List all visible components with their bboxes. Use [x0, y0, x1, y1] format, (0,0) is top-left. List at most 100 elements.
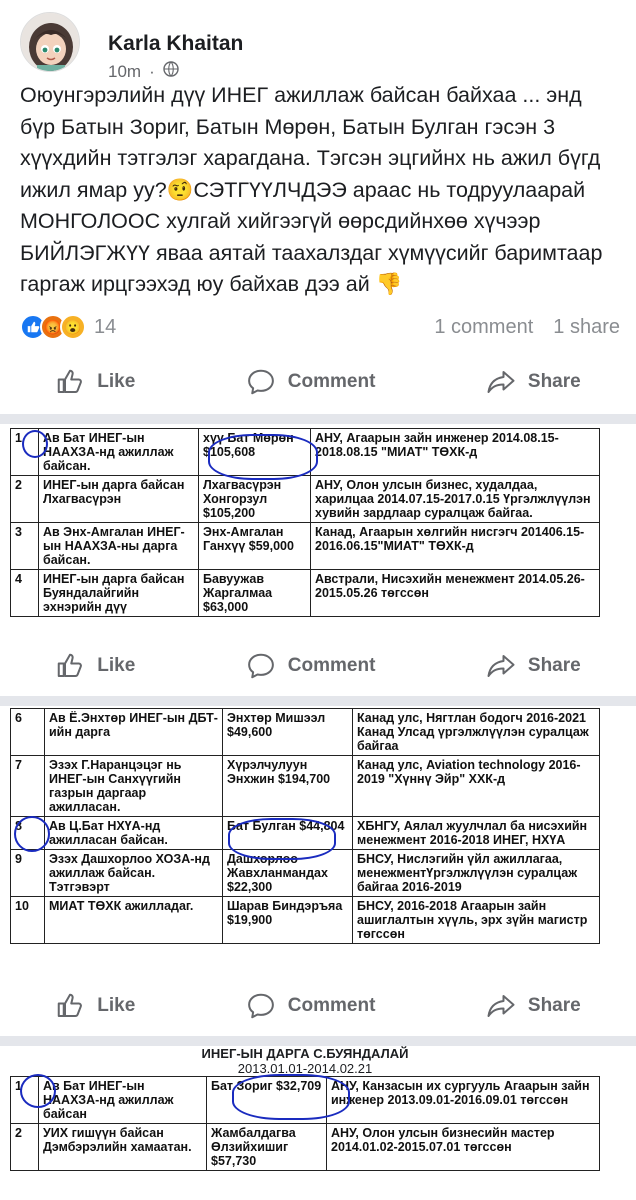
- table-cell-c: Канад улс, Нягтлан бодогч 2016-2021 Кана…: [352, 708, 600, 756]
- like-button[interactable]: Like: [45, 363, 145, 401]
- table-cell-c: ХБНГУ, Аялал жуулчлал ба нисэхийн менежм…: [352, 816, 600, 850]
- table-cell-c: БНСУ, 2016-2018 Агаарын зайн ашиглалтын …: [352, 896, 600, 944]
- reaction-icons[interactable]: 😡 😮: [20, 314, 86, 340]
- like-label: Like: [97, 371, 136, 392]
- table-row: 10 МИАТ ТӨХК ажилладаг. Шарав Биндэръяа $1…: [10, 896, 600, 944]
- document-image-3[interactable]: ИНЕГ-ЫН ДАРГА С.БУЯНДАЛАЙ 2013.01.01-201…: [10, 1046, 600, 1186]
- table-cell-c: Канад, Агаарын хөлгийн нисгэгч 201406.15…: [310, 522, 600, 570]
- section-separator: [0, 414, 636, 424]
- share-label: Share: [527, 655, 581, 676]
- audience-public-icon: [163, 61, 179, 82]
- ink-circle-mark: [14, 816, 50, 852]
- table-cell-n: 2: [10, 475, 39, 523]
- table-cell-c: АНУ, Олон улсын бизнесийн мастер 2014.01…: [326, 1123, 600, 1171]
- comment-label: Comment: [287, 655, 376, 676]
- table-row: 6 Ав Ё.Энхтөр ИНЕГ-ын ДБТ-ийн дарга Энхтөр…: [10, 708, 600, 756]
- section-separator: [0, 696, 636, 706]
- ink-circle-mark: [22, 430, 48, 458]
- reaction-count[interactable]: 14: [94, 316, 116, 339]
- table-row: 4 ИНЕГ-ын дарга байсан Буяндалайгийн эхнэ…: [10, 569, 600, 617]
- table-cell-b: Хүрэлчулуун Энхжин $194,700: [222, 755, 353, 817]
- ink-circle-mark: [232, 1074, 350, 1120]
- avatar[interactable]: [20, 12, 80, 72]
- section-separator: [0, 1036, 636, 1046]
- table-cell-c: БНСУ, Нислэгийн үйл ажиллагаа, менежмент…: [352, 849, 600, 897]
- share-arrow-icon: [487, 995, 515, 1017]
- ink-circle-mark: [208, 434, 318, 480]
- comment-button[interactable]: Comment: [236, 363, 386, 401]
- table-cell-c: АНУ, Канзасын их сургууль Агаарын зайн и…: [326, 1076, 600, 1124]
- post-body-text: Оюунгэрэлийн дүү ИНЕГ ажиллаж байсан бай…: [20, 83, 603, 296]
- share-label: Share: [527, 995, 581, 1016]
- share-button[interactable]: Share: [476, 363, 591, 401]
- image-action-bar: Like Comment Share: [0, 644, 636, 688]
- document-image-1[interactable]: 1 Ав Бат ИНЕГ-ын НААХЗА-нд ажиллаж байсан…: [10, 428, 600, 624]
- share-button[interactable]: Share: [476, 987, 591, 1025]
- table-cell-n: 7: [10, 755, 45, 817]
- table-cell-a: Ав Ё.Энхтөр ИНЕГ-ын ДБТ-ийн дарга: [44, 708, 223, 756]
- table-cell-a: Эзэх Г.Наранцэцэг нь ИНЕГ-ын Санхүүгийн …: [44, 755, 223, 817]
- table-cell-a: ИНЕГ-ын дарга байсан Лхагвасүрэн: [38, 475, 199, 523]
- table-cell-a: Ав Бат ИНЕГ-ын НААХЗА-нд ажиллаж байсан.: [38, 428, 199, 476]
- table-cell-b: Лхагвасүрэн Хонгорзул $105,200: [198, 475, 311, 523]
- speech-bubble-icon: [247, 653, 274, 679]
- table-cell-b: Бавуужав Жаргалмаа $63,000: [198, 569, 311, 617]
- speech-bubble-icon: [247, 369, 274, 395]
- table-cell-n: 3: [10, 522, 39, 570]
- post-stats: 😡 😮 14 1 comment 1 share: [20, 310, 620, 344]
- share-button[interactable]: Share: [476, 647, 591, 685]
- share-arrow-icon: [487, 371, 515, 393]
- thumbs-up-icon: [58, 369, 83, 393]
- table-row: 2 ИНЕГ-ын дарга байсан Лхагвасүрэн Лхагвас…: [10, 475, 600, 523]
- comment-label: Comment: [287, 371, 376, 392]
- comment-label: Comment: [287, 995, 376, 1016]
- table-cell-a: Ав Ц.Бат НХҮА-нд ажилласан байсан.: [44, 816, 223, 850]
- share-arrow-icon: [487, 655, 515, 677]
- table-cell-a: УИХ гишүүн байсан Дэмбэрэлийн хамаатан.: [38, 1123, 207, 1171]
- thumbs-up-icon: [58, 653, 83, 677]
- table-cell-b: Энхтөр Мишээл $49,600: [222, 708, 353, 756]
- table-cell-n: 4: [10, 569, 39, 617]
- table-cell-b: Жамбалдагва Өлзийхишиг $57,730: [206, 1123, 327, 1171]
- comment-button[interactable]: Comment: [236, 647, 386, 685]
- table-cell-c: АНУ, Агаарын зайн инженер 2014.08.15-201…: [310, 428, 600, 476]
- table-row: 7 Эзэх Г.Наранцэцэг нь ИНЕГ-ын Санхүүгийн…: [10, 755, 600, 817]
- table-row: 3 Ав Энх-Амгалан ИНЕГ-ын НААХЗА-ны дарга …: [10, 522, 600, 570]
- table-cell-a: Ав Энх-Амгалан ИНЕГ-ын НААХЗА-ны дарга б…: [38, 522, 199, 570]
- avatar-cartoon-girl-icon: [21, 13, 79, 71]
- table-cell-c: АНУ, Олон улсын бизнес, худалдаа, харилц…: [310, 475, 600, 523]
- post-action-bar: Like Comment Share: [0, 360, 636, 404]
- table-cell-c: Австрали, Нисэхийн менежмент 2014.05.26-…: [310, 569, 600, 617]
- thumbs-up-icon: [58, 993, 83, 1017]
- table-cell-n: 10: [10, 896, 45, 944]
- like-label: Like: [97, 995, 136, 1016]
- table-cell-b: Энх-Амгалан Ганхүү $59,000: [198, 522, 311, 570]
- share-label: Share: [527, 371, 581, 392]
- post-time[interactable]: 10m: [108, 62, 141, 82]
- comment-count[interactable]: 1 comment: [434, 316, 533, 339]
- comment-button[interactable]: Comment: [236, 987, 386, 1025]
- share-count[interactable]: 1 share: [553, 316, 620, 339]
- table-cell-n: 2: [10, 1123, 39, 1171]
- author-name[interactable]: Karla Khaitan: [108, 32, 243, 56]
- table-row: 2 УИХ гишүүн байсан Дэмбэрэлийн хамаатан.…: [10, 1123, 600, 1171]
- wow-reaction-icon: 😮: [60, 314, 86, 340]
- like-button[interactable]: Like: [45, 987, 145, 1025]
- table-cell-a: МИАТ ТӨХК ажилладаг.: [44, 896, 223, 944]
- table-cell-b: Шарав Биндэръяа $19,900: [222, 896, 353, 944]
- table-cell-a: Ав Бат ИНЕГ-ын НААХЗА-нд ажиллаж байсан: [38, 1076, 207, 1124]
- like-button[interactable]: Like: [45, 647, 145, 685]
- ink-circle-mark: [20, 1074, 56, 1108]
- document-title: ИНЕГ-ЫН ДАРГА С.БУЯНДАЛАЙ: [201, 1046, 409, 1061]
- table-cell-n: 9: [10, 849, 45, 897]
- ink-circle-mark: [228, 818, 336, 860]
- table-cell-a: ИНЕГ-ын дарга байсан Буяндалайгийн эхнэр…: [38, 569, 199, 617]
- post-meta: 10m ·: [108, 61, 179, 82]
- post-header: Karla Khaitan 10m ·: [20, 12, 620, 81]
- like-label: Like: [97, 655, 136, 676]
- table-cell-n: 6: [10, 708, 45, 756]
- table-cell-c: Канад улс, Aviation technology 2016-2019…: [352, 755, 600, 817]
- image-action-bar: Like Comment Share: [0, 984, 636, 1028]
- document-image-2[interactable]: 6 Ав Ё.Энхтөр ИНЕГ-ын ДБТ-ийн дарга Энхтөр…: [10, 708, 600, 964]
- meta-separator: ·: [149, 61, 155, 81]
